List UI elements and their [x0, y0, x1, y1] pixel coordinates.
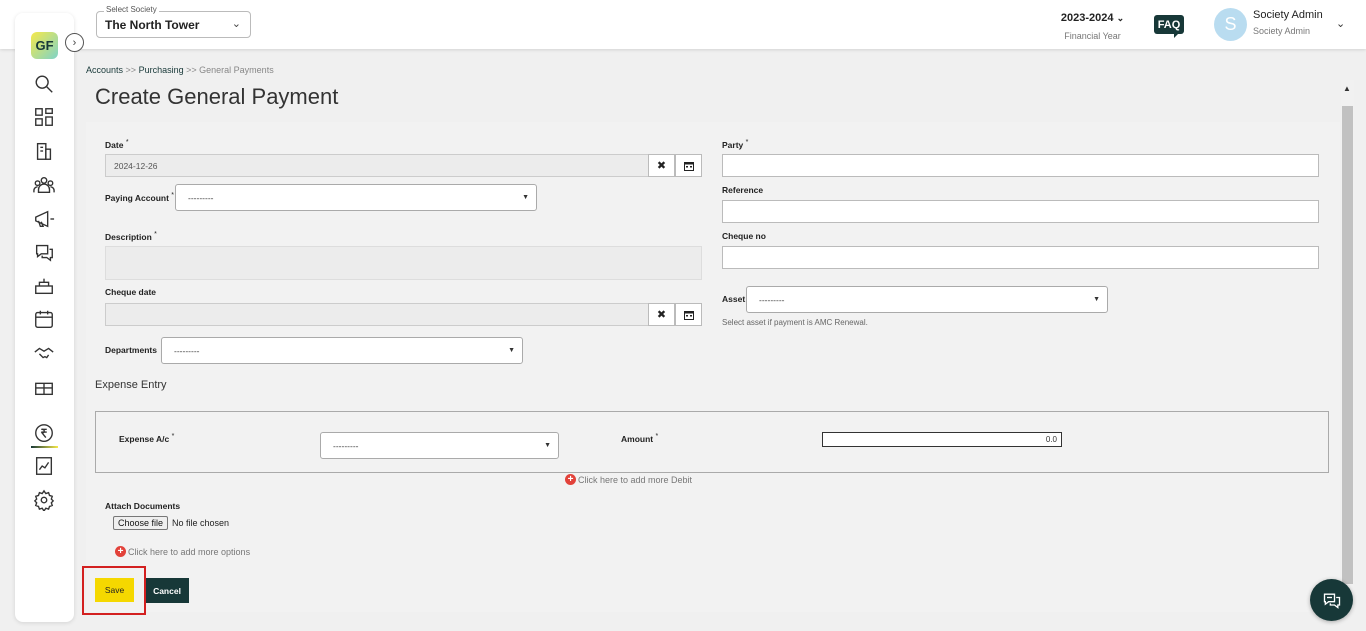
user-name[interactable]: Society Admin — [1253, 9, 1323, 21]
dashboard-icon[interactable] — [32, 105, 56, 129]
no-file-text: No file chosen — [172, 518, 230, 528]
members-icon[interactable] — [32, 173, 56, 197]
user-role: Society Admin — [1253, 26, 1311, 36]
society-select-value: The North Tower — [105, 18, 200, 32]
caret-down-icon: ▼ — [522, 194, 529, 201]
expense-entry-title: Expense Entry — [95, 379, 167, 391]
description-textarea[interactable] — [105, 246, 702, 280]
caret-down-icon: ▼ — [508, 347, 515, 354]
calendar-icon[interactable] — [675, 154, 702, 177]
breadcrumb-purchasing[interactable]: Purchasing — [139, 65, 184, 75]
departments-value: --------- — [174, 346, 200, 356]
plus-circle-icon: + — [115, 546, 126, 557]
reference-label: Reference — [722, 185, 764, 195]
expense-account-select[interactable]: --------- ▼ — [320, 432, 559, 459]
rupee-icon[interactable] — [32, 421, 56, 445]
caret-down-icon: ▼ — [544, 442, 551, 449]
calendar-icon[interactable] — [32, 307, 56, 331]
choose-file-button[interactable]: Choose file — [113, 516, 169, 530]
scroll-up-arrow-icon[interactable]: ▲ — [1343, 84, 1351, 93]
chevron-down-icon: ⌄ — [1116, 13, 1125, 23]
amount-label: Amount * — [621, 433, 659, 444]
paying-account-label: Paying Account * — [105, 192, 175, 203]
description-label: Description * — [105, 231, 157, 242]
clear-date-icon[interactable]: ✖ — [648, 154, 675, 177]
save-highlight-box — [82, 566, 146, 615]
page-title: Create General Payment — [95, 84, 339, 109]
chat-support-button[interactable] — [1310, 579, 1353, 621]
attach-documents-label: Attach Documents — [105, 501, 181, 511]
departments-label: Departments — [105, 345, 157, 355]
app-logo[interactable]: GF — [31, 32, 58, 59]
breadcrumb-separator: >> — [186, 65, 197, 75]
party-label: Party * — [722, 139, 749, 150]
expense-account-label: Expense A/c * — [119, 433, 175, 444]
financial-year-selector[interactable]: 2023-2024 ⌄ Financial Year — [1050, 12, 1135, 41]
financial-year-label: Financial Year — [1064, 31, 1121, 41]
paying-account-select[interactable]: --------- ▼ — [175, 184, 537, 211]
cheque-date-input[interactable] — [105, 303, 649, 326]
expense-account-value: --------- — [333, 441, 359, 451]
amount-input[interactable]: 0.0 — [822, 432, 1062, 447]
departments-select[interactable]: --------- ▼ — [161, 337, 523, 364]
add-options-link[interactable]: + Click here to add more options — [115, 546, 250, 557]
cheque-no-label: Cheque no — [722, 231, 766, 241]
handshake-icon[interactable] — [32, 341, 56, 365]
settings-icon[interactable] — [32, 488, 56, 512]
chevron-down-icon: ⌄ — [231, 18, 241, 30]
faq-button[interactable]: FAQ — [1154, 15, 1184, 38]
megaphone-icon[interactable] — [32, 207, 56, 231]
society-select-label: Select Society — [104, 5, 159, 14]
add-debit-text: Click here to add more Debit — [578, 474, 693, 485]
gift-icon[interactable] — [32, 375, 56, 399]
breadcrumb: Accounts >> Purchasing >> General Paymen… — [86, 65, 274, 75]
top-bar: Select Society The North Tower ⌄ 2023-20… — [0, 0, 1366, 49]
chevron-down-icon[interactable]: ⌄ — [1336, 17, 1345, 30]
chat-icon[interactable] — [32, 240, 56, 264]
add-debit-link[interactable]: + Click here to add more Debit — [565, 474, 692, 485]
party-input[interactable] — [722, 154, 1319, 177]
facility-icon[interactable] — [32, 274, 56, 298]
chat-icon — [1323, 593, 1340, 609]
sidebar-toggle-icon[interactable]: › — [65, 33, 84, 52]
financial-year-value: 2023-2024 — [1060, 12, 1114, 24]
add-options-text: Click here to add more options — [128, 546, 251, 557]
paying-account-value: --------- — [188, 193, 214, 203]
asset-value: --------- — [759, 295, 785, 305]
plus-circle-icon: + — [565, 474, 576, 485]
breadcrumb-separator: >> — [125, 65, 137, 75]
calendar-icon[interactable] — [675, 303, 702, 326]
date-input[interactable]: 2024-12-26 — [105, 154, 649, 177]
caret-down-icon: ▼ — [1093, 296, 1100, 303]
building-icon[interactable] — [32, 139, 56, 163]
nav-active-indicator — [31, 446, 58, 448]
scrollbar-thumb[interactable] — [1342, 106, 1353, 584]
report-icon[interactable] — [32, 454, 56, 478]
reference-input[interactable] — [722, 200, 1319, 223]
breadcrumb-current: General Payments — [199, 65, 274, 75]
asset-select[interactable]: --------- ▼ — [746, 286, 1108, 313]
search-icon[interactable] — [32, 72, 56, 96]
asset-label: Asset — [722, 294, 746, 304]
asset-help-text: Select asset if payment is AMC Renewal. — [722, 318, 868, 327]
sidebar: GF › — [15, 13, 84, 622]
avatar[interactable]: S — [1214, 8, 1247, 41]
cheque-no-input[interactable] — [722, 246, 1319, 269]
clear-cheque-date-icon[interactable]: ✖ — [648, 303, 675, 326]
cheque-date-label: Cheque date — [105, 287, 157, 297]
breadcrumb-accounts[interactable]: Accounts — [86, 65, 123, 75]
society-select[interactable]: The North Tower ⌄ — [96, 11, 251, 38]
expense-entry-box — [95, 411, 1329, 473]
cancel-button[interactable]: Cancel — [145, 578, 189, 603]
date-label: Date * — [105, 139, 129, 150]
